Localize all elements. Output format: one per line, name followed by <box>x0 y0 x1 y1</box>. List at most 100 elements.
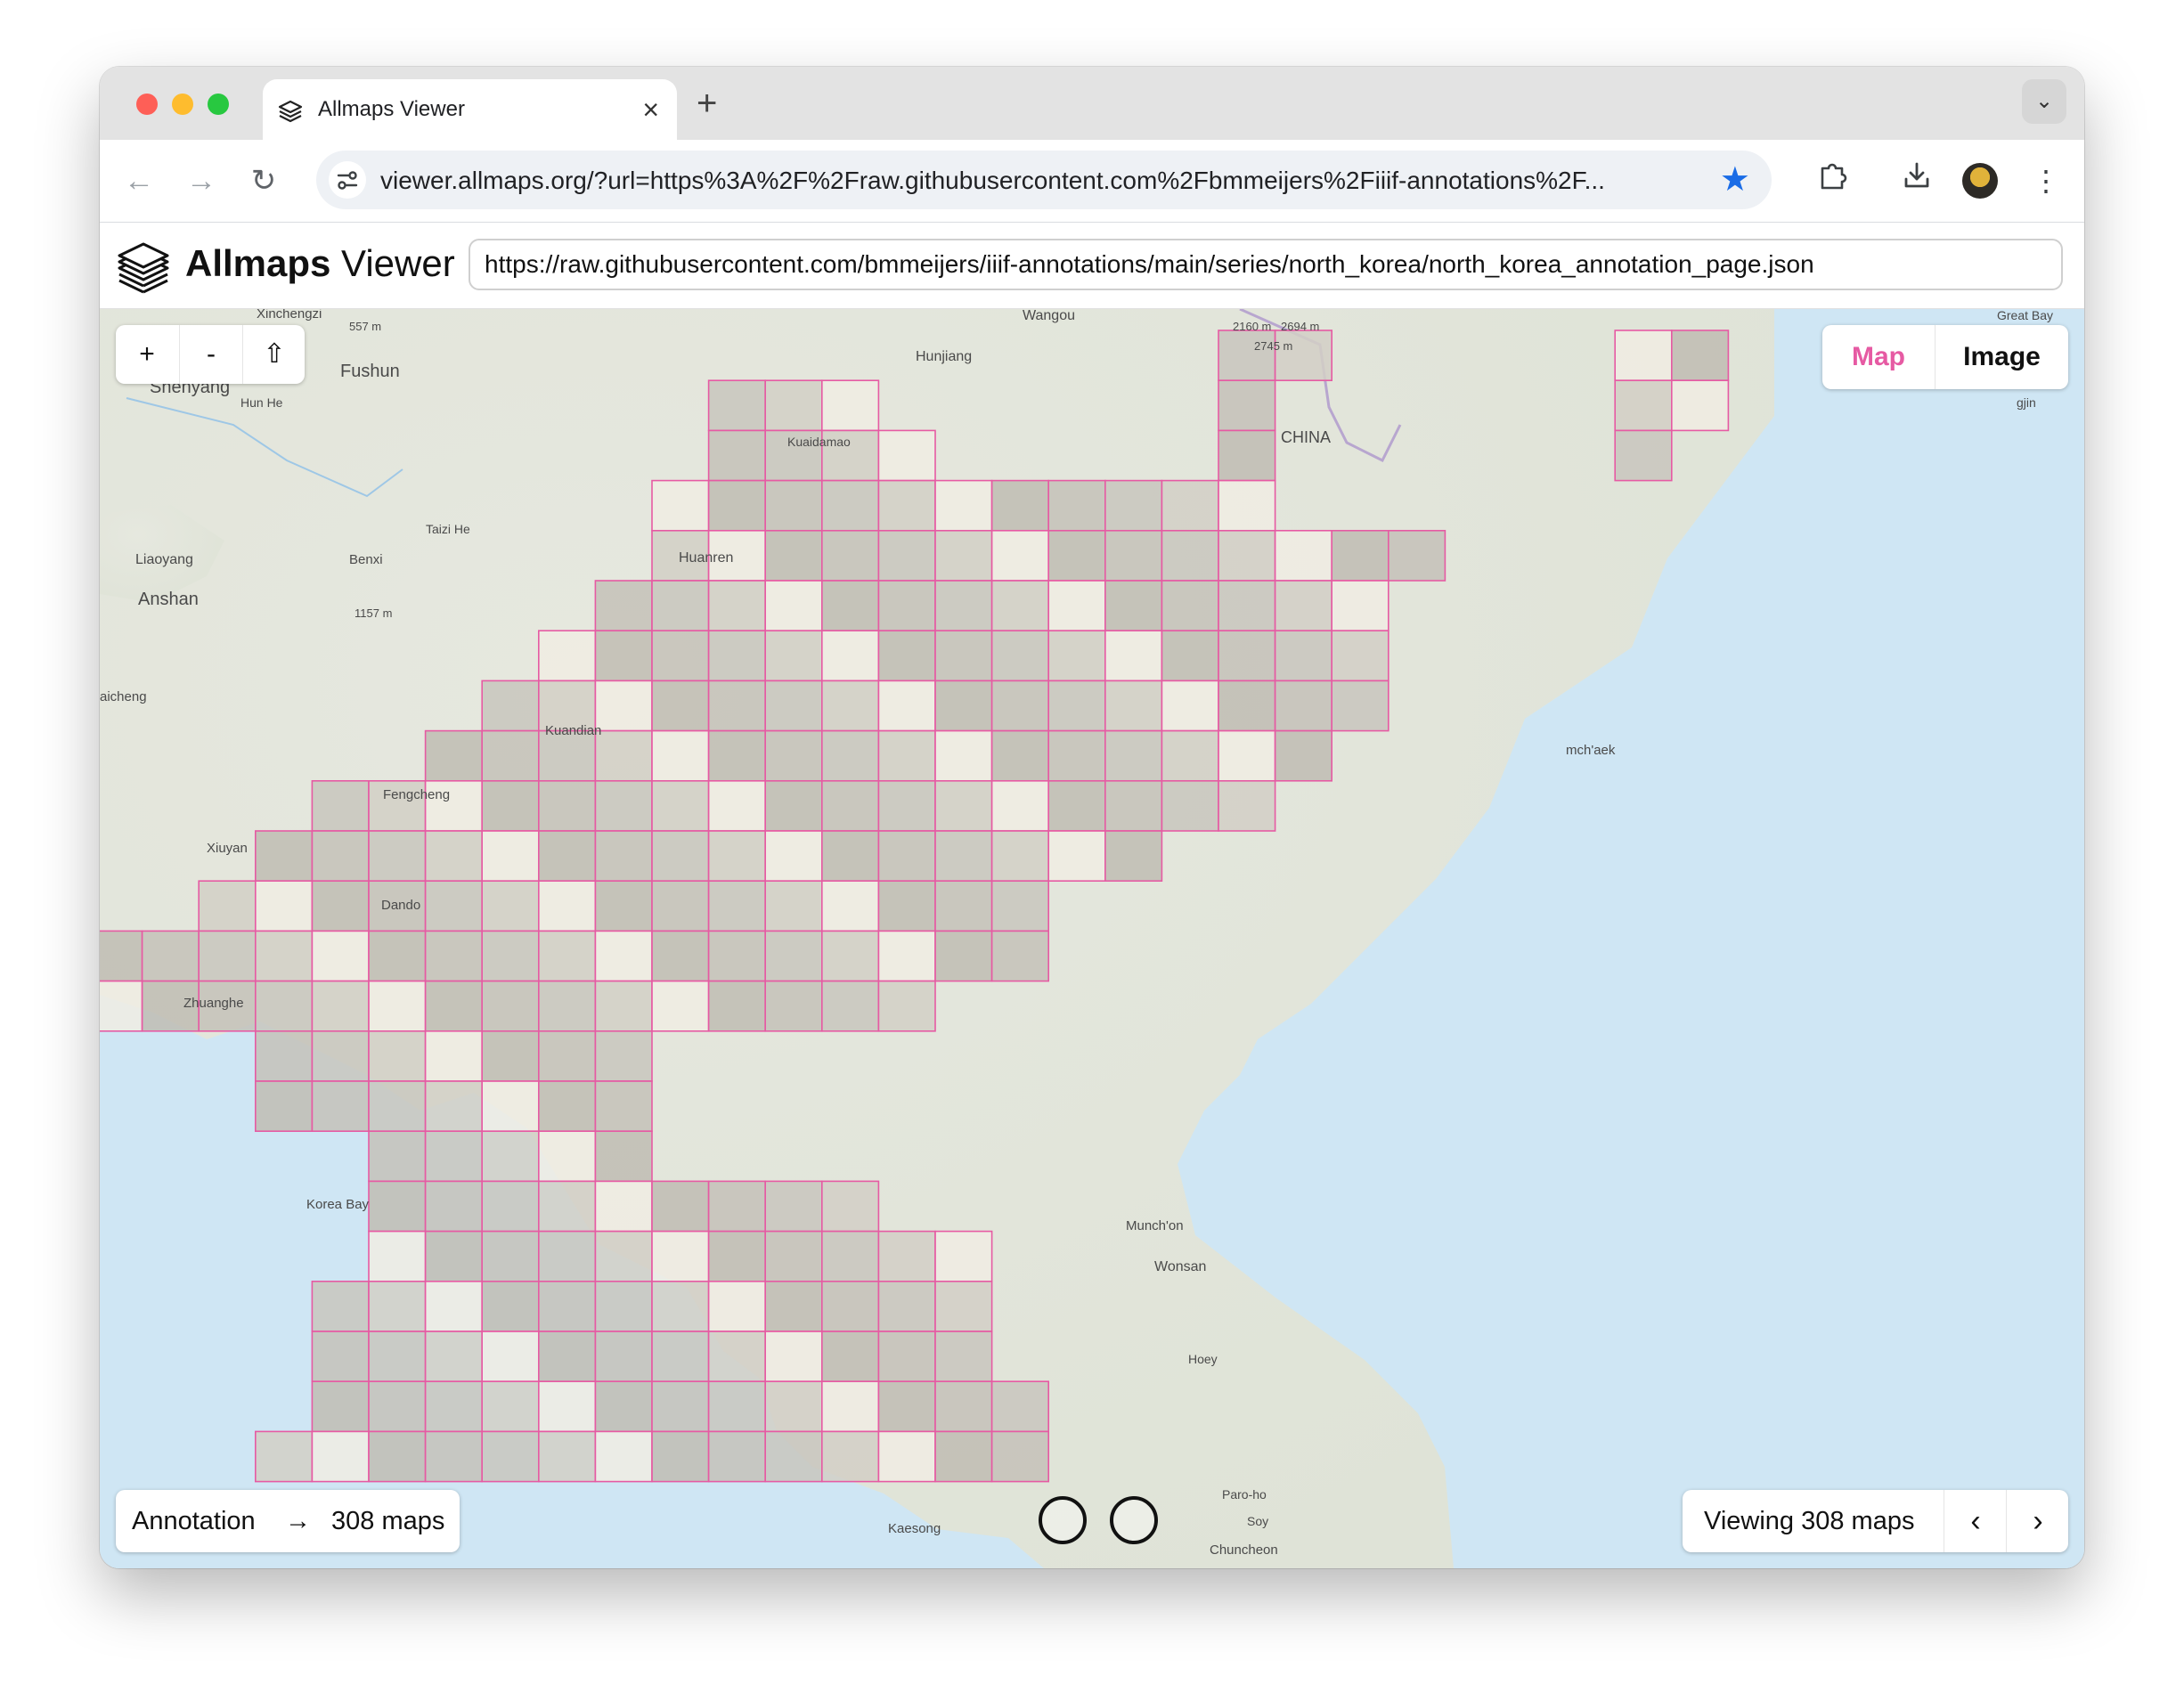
map-sheet-tile[interactable] <box>1047 580 1106 632</box>
map-sheet-tile[interactable] <box>1161 630 1219 682</box>
tab-allmaps-viewer[interactable]: Allmaps Viewer × <box>263 79 677 140</box>
map-sheet-tile[interactable] <box>820 830 880 883</box>
map-sheet-tile[interactable] <box>764 680 823 732</box>
map-sheet-tile[interactable] <box>1161 580 1219 632</box>
map-sheet-tile[interactable] <box>934 680 993 732</box>
reload-button[interactable]: ↻ <box>242 159 285 202</box>
map-sheet-tile[interactable] <box>537 779 597 832</box>
map-sheet-tile[interactable] <box>424 980 484 1032</box>
map-sheet-tile[interactable] <box>707 830 766 883</box>
map-sheet-tile[interactable] <box>1104 630 1163 682</box>
map-sheet-tile[interactable] <box>651 1430 710 1483</box>
map-sheet-tile[interactable] <box>424 880 484 932</box>
map-sheet-tile[interactable] <box>537 1130 597 1183</box>
map-sheet-tile[interactable] <box>311 1030 370 1082</box>
map-sheet-tile[interactable] <box>707 980 766 1032</box>
map-sheet-tile[interactable] <box>1047 729 1106 782</box>
map-sheet-tile[interactable] <box>1274 680 1332 732</box>
map-sheet-tile[interactable] <box>877 1430 936 1483</box>
map-sheet-tile[interactable] <box>311 1380 370 1433</box>
map-sheet-tile[interactable] <box>707 479 766 532</box>
map-sheet-tile[interactable] <box>1274 580 1332 632</box>
map-sheet-tile[interactable] <box>537 630 597 682</box>
map-sheet-tile[interactable] <box>990 830 1049 883</box>
map-sheet-tile[interactable] <box>424 1080 484 1133</box>
map-sheet-tile[interactable] <box>764 830 823 883</box>
map-sheet-tile[interactable] <box>934 779 993 832</box>
map-sheet-tile[interactable] <box>877 580 936 632</box>
map-sheet-tile[interactable] <box>594 729 653 782</box>
map-sheet-tile[interactable] <box>481 1430 540 1483</box>
map-sheet-tile[interactable] <box>481 830 540 883</box>
map-sheet-tile[interactable] <box>594 630 653 682</box>
map-sheet-tile[interactable] <box>651 1180 710 1233</box>
map-sheet-tile[interactable] <box>877 1281 936 1332</box>
map-sheet-tile[interactable] <box>820 479 880 532</box>
map-sheet-tile[interactable] <box>537 880 597 932</box>
map-sheet-tile[interactable] <box>481 930 540 982</box>
map-sheet-tile[interactable] <box>368 1430 427 1483</box>
map-sheet-tile[interactable] <box>820 930 880 982</box>
map-sheet-tile[interactable] <box>1047 630 1106 682</box>
map-sheet-tile[interactable] <box>594 830 653 883</box>
map-sheet-tile[interactable] <box>764 630 823 682</box>
map-sheet-tile[interactable] <box>651 930 710 982</box>
zoom-out-button[interactable]: - <box>179 325 242 384</box>
map-sheet-tile[interactable] <box>877 830 936 883</box>
map-sheet-tile[interactable] <box>820 729 880 782</box>
map-sheet-tile[interactable] <box>1104 479 1163 532</box>
download-icon[interactable] <box>1895 159 1938 202</box>
map-sheet-tile[interactable] <box>764 1180 823 1233</box>
map-sheet-tile[interactable] <box>481 1030 540 1082</box>
map-sheet-tile[interactable] <box>820 1331 880 1383</box>
map-sheet-tile[interactable] <box>1614 429 1673 482</box>
map-sheet-tile[interactable] <box>368 930 427 982</box>
map-sheet-tile[interactable] <box>481 729 540 782</box>
map-sheet-tile[interactable] <box>1388 530 1446 582</box>
map-sheet-tile[interactable] <box>424 1180 484 1233</box>
map-sheet-tile[interactable] <box>990 1430 1049 1483</box>
map-sheet-tile[interactable] <box>1331 580 1389 632</box>
map-sheet-tile[interactable] <box>537 1331 597 1383</box>
map-sheet-tile[interactable] <box>990 1380 1049 1433</box>
map-sheet-tile[interactable] <box>537 1030 597 1082</box>
map-sheet-tile[interactable] <box>877 980 936 1032</box>
map-sheet-tile[interactable] <box>1161 729 1219 782</box>
map-sheet-tile[interactable] <box>368 1130 427 1183</box>
map-sheet-tile[interactable] <box>594 880 653 932</box>
map-sheet-tile[interactable] <box>537 1281 597 1332</box>
map-sheet-tile[interactable] <box>594 1331 653 1383</box>
map-sheet-tile[interactable] <box>1104 580 1163 632</box>
map-sheet-tile[interactable] <box>1047 830 1106 883</box>
map-sheet-tile[interactable] <box>764 1430 823 1483</box>
map-sheet-tile[interactable] <box>651 1380 710 1433</box>
map-sheet-tile[interactable] <box>255 830 314 883</box>
map-sheet-tile[interactable] <box>424 1430 484 1483</box>
map-sheet-tile[interactable] <box>1047 779 1106 832</box>
map-sheet-tile[interactable] <box>707 779 766 832</box>
previous-map-button[interactable]: ‹ <box>1944 1490 2007 1552</box>
map-sheet-tile[interactable] <box>764 980 823 1032</box>
map-sheet-tile[interactable] <box>934 580 993 632</box>
map-sheet-tile[interactable] <box>481 1230 540 1282</box>
map-sheet-tile[interactable] <box>877 779 936 832</box>
map-sheet-tile[interactable] <box>1218 729 1276 782</box>
map-sheet-tile[interactable] <box>368 1230 427 1282</box>
map-sheet-tile[interactable] <box>820 680 880 732</box>
annotation-summary[interactable]: Annotation → 308 maps <box>116 1490 460 1552</box>
map-sheet-tile[interactable] <box>820 530 880 582</box>
tab-search-button[interactable]: ⌄ <box>2022 79 2066 124</box>
map-sheet-tile[interactable] <box>311 1331 370 1383</box>
map-sheet-tile[interactable] <box>707 930 766 982</box>
map-sheet-tile[interactable] <box>481 1130 540 1183</box>
map-sheet-tile[interactable] <box>255 930 314 982</box>
map-view-button[interactable]: Map <box>1822 325 1935 389</box>
map-sheet-tile[interactable] <box>764 930 823 982</box>
map-sheet-tile[interactable] <box>934 930 993 982</box>
map-sheet-tile[interactable] <box>424 1030 484 1082</box>
close-window-button[interactable] <box>136 94 158 115</box>
map-sheet-tile[interactable] <box>594 1030 653 1082</box>
map-sheet-tile[interactable] <box>707 429 766 482</box>
map-sheet-tile[interactable] <box>707 1430 766 1483</box>
map-sheet-tile[interactable] <box>820 1230 880 1282</box>
